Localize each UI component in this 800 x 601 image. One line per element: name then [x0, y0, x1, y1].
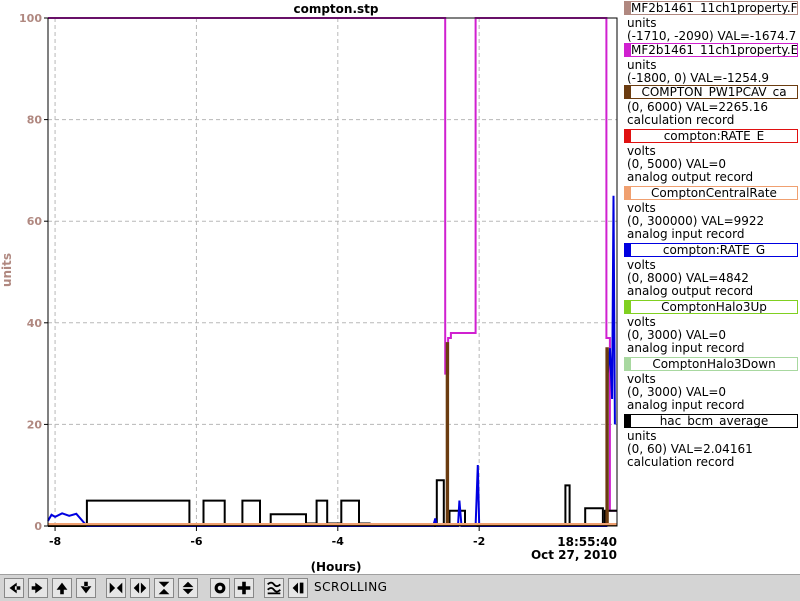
zoom-in-icon — [237, 581, 251, 595]
legend-item-range: (0, 8000) VAL=4842 — [627, 271, 749, 285]
series-line — [48, 342, 617, 526]
chart-title: compton.stp — [293, 2, 378, 16]
y-axis-label: units — [0, 253, 14, 287]
legend-item-range: (-1800, 0) VAL=-1254.9 — [627, 71, 770, 85]
legend-item-name: ComptonHalo3Down — [624, 357, 798, 371]
pan-down-icon — [80, 581, 92, 594]
zoom-out-x-button[interactable] — [130, 578, 150, 598]
legend-item-unit: volts — [627, 372, 656, 386]
y-tick-label: 20 — [27, 418, 43, 431]
series-line — [48, 479, 617, 527]
legend-item-unit: volts — [627, 258, 656, 272]
pan-down-button[interactable] — [76, 578, 96, 598]
legend-item-unit: volts — [627, 201, 656, 215]
legend-item-range: (0, 6000) VAL=2265.16 — [627, 100, 768, 114]
legend-item-name: MF2b1461_11ch1property.E — [624, 43, 798, 57]
pan-up-button[interactable] — [52, 578, 72, 598]
x-tick-label: -6 — [190, 535, 203, 548]
current-date-label: Oct 27, 2010 — [531, 548, 617, 562]
zoom-in-y-icon — [158, 581, 170, 595]
zoom-in-button[interactable] — [234, 578, 254, 598]
y-tick-label: 0 — [34, 520, 42, 533]
x-tick-label: -8 — [49, 535, 61, 548]
legend-item-record: analog input record — [627, 398, 745, 412]
series-group — [47, 17, 617, 527]
zoom-in-y-button[interactable] — [154, 578, 174, 598]
legend-item-range: (0, 3000) VAL=0 — [627, 385, 727, 399]
legend-item-unit: units — [627, 429, 657, 443]
zoom-out-y-button[interactable] — [178, 578, 198, 598]
pan-left-icon — [9, 582, 21, 594]
scroll-mode-button[interactable] — [288, 578, 308, 598]
pan-right-button[interactable] — [28, 578, 48, 598]
legend-item-range: (0, 60) VAL=2.04161 — [627, 442, 753, 456]
chart-area[interactable]: 0 20 40 60 80 100 -8 -6 -4 -2 compton.stp (Hours)… — [0, 0, 620, 574]
legend-item-record: analog output record — [627, 284, 754, 298]
legend-item-name: hac_bcm_average — [624, 414, 798, 428]
legend-item-range: (-1710, -2090) VAL=-1674.7 — [627, 29, 797, 43]
zoom-out-x-icon — [133, 582, 147, 594]
legend-item-unit: volts — [627, 315, 656, 329]
y-tick-label: 100 — [19, 12, 42, 25]
y-tick-label: 60 — [27, 215, 43, 228]
legend-item-record: analog input record — [627, 341, 745, 355]
legend-item-record: calculation record — [627, 455, 735, 469]
legend-item-unit: units — [627, 16, 657, 30]
legend-item-range: (0, 300000) VAL=9922 — [627, 214, 765, 228]
overlay-button[interactable] — [264, 578, 284, 598]
legend-item-name: compton:RATE_G — [624, 243, 798, 257]
legend-item-name: COMPTON_PW1PCAV_ca — [624, 85, 798, 99]
legend-item-name: MF2b1461_11ch1property.F — [624, 1, 798, 15]
current-time-label: 18:55:40 — [557, 535, 617, 549]
series-line — [48, 17, 617, 512]
plot-grid — [48, 17, 617, 526]
y-tick-label: 80 — [27, 114, 43, 127]
autoscale-icon — [214, 582, 226, 594]
legend-item-record: calculation record — [627, 113, 735, 127]
scroll-mode-icon — [292, 582, 304, 594]
legend-item-name: compton:RATE_E — [624, 129, 798, 143]
legend-item-name: ComptonCentralRate — [624, 186, 798, 200]
series-line — [47, 195, 616, 527]
x-axis-label: (Hours) — [311, 560, 362, 574]
pan-up-icon — [56, 582, 68, 595]
legend-item-name: ComptonHalo3Up — [624, 300, 798, 314]
toolbar: SCROLLING — [0, 574, 800, 601]
y-tick-label: 40 — [27, 317, 43, 330]
pan-right-icon — [31, 582, 43, 594]
legend-item-unit: units — [627, 58, 657, 72]
legend-item-range: (0, 5000) VAL=0 — [627, 157, 727, 171]
legend-item-range: (0, 3000) VAL=0 — [627, 328, 727, 342]
zoom-out-y-icon — [182, 581, 194, 595]
legend-item-record: analog output record — [627, 170, 754, 184]
overlay-icon — [267, 581, 281, 595]
plot-frame — [47, 17, 618, 527]
zoom-in-x-button[interactable] — [106, 578, 126, 598]
legend-item-record: analog input record — [627, 227, 745, 241]
pan-left-button[interactable] — [4, 578, 24, 598]
legend-item-unit: volts — [627, 144, 656, 158]
autoscale-button[interactable] — [210, 578, 230, 598]
zoom-in-x-icon — [109, 582, 123, 594]
x-tick-label: -2 — [473, 535, 485, 548]
scroll-status-label: SCROLLING — [314, 580, 388, 594]
plot-axes: 0 20 40 60 80 100 -8 -6 -4 -2 — [19, 12, 618, 548]
x-tick-label: -4 — [332, 535, 345, 548]
